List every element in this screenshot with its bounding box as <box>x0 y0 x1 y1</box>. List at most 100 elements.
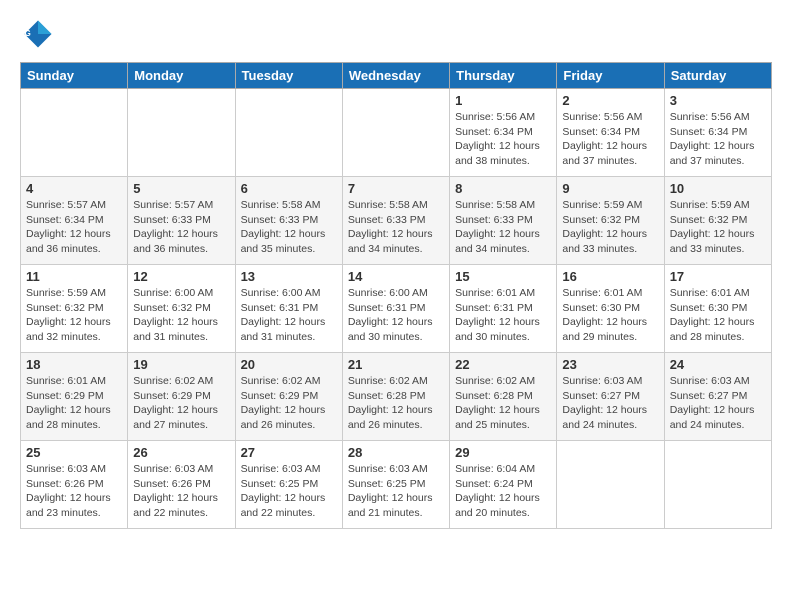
col-header-sunday: Sunday <box>21 63 128 89</box>
day-cell: 24 Sunrise: 6:03 AM Sunset: 6:27 PM Dayli… <box>664 353 771 441</box>
day-number: 10 <box>670 181 766 196</box>
day-number: 22 <box>455 357 551 372</box>
week-row-1: 4 Sunrise: 5:57 AM Sunset: 6:34 PM Daylig… <box>21 177 772 265</box>
col-header-tuesday: Tuesday <box>235 63 342 89</box>
day-info: Sunrise: 5:56 AM Sunset: 6:34 PM Dayligh… <box>455 110 551 169</box>
day-number: 9 <box>562 181 658 196</box>
day-info: Sunrise: 5:57 AM Sunset: 6:34 PM Dayligh… <box>26 198 122 257</box>
day-number: 14 <box>348 269 444 284</box>
day-number: 26 <box>133 445 229 460</box>
day-cell: 10 Sunrise: 5:59 AM Sunset: 6:32 PM Dayli… <box>664 177 771 265</box>
day-cell: 18 Sunrise: 6:01 AM Sunset: 6:29 PM Dayli… <box>21 353 128 441</box>
day-number: 3 <box>670 93 766 108</box>
day-info: Sunrise: 6:03 AM Sunset: 6:27 PM Dayligh… <box>670 374 766 433</box>
day-cell <box>235 89 342 177</box>
day-info: Sunrise: 5:59 AM Sunset: 6:32 PM Dayligh… <box>670 198 766 257</box>
day-cell: 2 Sunrise: 5:56 AM Sunset: 6:34 PM Daylig… <box>557 89 664 177</box>
day-cell <box>557 441 664 529</box>
day-number: 24 <box>670 357 766 372</box>
day-number: 18 <box>26 357 122 372</box>
col-header-wednesday: Wednesday <box>342 63 449 89</box>
day-info: Sunrise: 5:56 AM Sunset: 6:34 PM Dayligh… <box>670 110 766 169</box>
day-cell: 17 Sunrise: 6:01 AM Sunset: 6:30 PM Dayli… <box>664 265 771 353</box>
col-header-monday: Monday <box>128 63 235 89</box>
day-info: Sunrise: 5:58 AM Sunset: 6:33 PM Dayligh… <box>348 198 444 257</box>
day-cell: 27 Sunrise: 6:03 AM Sunset: 6:25 PM Dayli… <box>235 441 342 529</box>
day-number: 29 <box>455 445 551 460</box>
day-info: Sunrise: 5:59 AM Sunset: 6:32 PM Dayligh… <box>562 198 658 257</box>
day-number: 6 <box>241 181 337 196</box>
day-cell: 23 Sunrise: 6:03 AM Sunset: 6:27 PM Dayli… <box>557 353 664 441</box>
day-number: 21 <box>348 357 444 372</box>
day-info: Sunrise: 6:03 AM Sunset: 6:25 PM Dayligh… <box>241 462 337 521</box>
day-cell: 13 Sunrise: 6:00 AM Sunset: 6:31 PM Dayli… <box>235 265 342 353</box>
day-cell: 20 Sunrise: 6:02 AM Sunset: 6:29 PM Dayli… <box>235 353 342 441</box>
day-info: Sunrise: 6:01 AM Sunset: 6:29 PM Dayligh… <box>26 374 122 433</box>
day-cell: 11 Sunrise: 5:59 AM Sunset: 6:32 PM Dayli… <box>21 265 128 353</box>
day-cell: 26 Sunrise: 6:03 AM Sunset: 6:26 PM Dayli… <box>128 441 235 529</box>
day-cell: 25 Sunrise: 6:03 AM Sunset: 6:26 PM Dayli… <box>21 441 128 529</box>
logo: G <box>20 16 60 52</box>
day-info: Sunrise: 5:57 AM Sunset: 6:33 PM Dayligh… <box>133 198 229 257</box>
day-info: Sunrise: 6:03 AM Sunset: 6:25 PM Dayligh… <box>348 462 444 521</box>
day-number: 17 <box>670 269 766 284</box>
day-number: 15 <box>455 269 551 284</box>
day-cell: 9 Sunrise: 5:59 AM Sunset: 6:32 PM Daylig… <box>557 177 664 265</box>
week-row-0: 1 Sunrise: 5:56 AM Sunset: 6:34 PM Daylig… <box>21 89 772 177</box>
day-info: Sunrise: 6:00 AM Sunset: 6:31 PM Dayligh… <box>348 286 444 345</box>
page: G SundayMondayTuesdayWednesdayThursdayFr… <box>0 0 792 612</box>
day-info: Sunrise: 6:02 AM Sunset: 6:28 PM Dayligh… <box>348 374 444 433</box>
day-cell: 15 Sunrise: 6:01 AM Sunset: 6:31 PM Dayli… <box>450 265 557 353</box>
day-number: 2 <box>562 93 658 108</box>
day-cell <box>342 89 449 177</box>
day-number: 27 <box>241 445 337 460</box>
day-cell: 5 Sunrise: 5:57 AM Sunset: 6:33 PM Daylig… <box>128 177 235 265</box>
day-cell: 8Sunrise: 5:58 AM Sunset: 6:33 PM Daylig… <box>450 177 557 265</box>
day-number: 16 <box>562 269 658 284</box>
day-info: Sunrise: 6:00 AM Sunset: 6:31 PM Dayligh… <box>241 286 337 345</box>
day-cell: 16 Sunrise: 6:01 AM Sunset: 6:30 PM Dayli… <box>557 265 664 353</box>
svg-text:G: G <box>25 29 31 38</box>
day-cell: 12 Sunrise: 6:00 AM Sunset: 6:32 PM Dayli… <box>128 265 235 353</box>
day-number: 20 <box>241 357 337 372</box>
day-cell: 14 Sunrise: 6:00 AM Sunset: 6:31 PM Dayli… <box>342 265 449 353</box>
day-cell: 1 Sunrise: 5:56 AM Sunset: 6:34 PM Daylig… <box>450 89 557 177</box>
day-info: Sunrise: 6:01 AM Sunset: 6:30 PM Dayligh… <box>562 286 658 345</box>
day-info: Sunrise: 6:00 AM Sunset: 6:32 PM Dayligh… <box>133 286 229 345</box>
day-info: Sunrise: 6:03 AM Sunset: 6:26 PM Dayligh… <box>26 462 122 521</box>
day-info: Sunrise: 6:03 AM Sunset: 6:26 PM Dayligh… <box>133 462 229 521</box>
day-cell <box>128 89 235 177</box>
day-number: 25 <box>26 445 122 460</box>
day-number: 13 <box>241 269 337 284</box>
day-info: Sunrise: 6:03 AM Sunset: 6:27 PM Dayligh… <box>562 374 658 433</box>
day-cell: 28 Sunrise: 6:03 AM Sunset: 6:25 PM Dayli… <box>342 441 449 529</box>
day-info: Sunrise: 5:58 AM Sunset: 6:33 PM Dayligh… <box>241 198 337 257</box>
day-cell: 4 Sunrise: 5:57 AM Sunset: 6:34 PM Daylig… <box>21 177 128 265</box>
day-cell <box>21 89 128 177</box>
day-cell: 6 Sunrise: 5:58 AM Sunset: 6:33 PM Daylig… <box>235 177 342 265</box>
col-header-saturday: Saturday <box>664 63 771 89</box>
day-number: 11 <box>26 269 122 284</box>
day-cell: 29 Sunrise: 6:04 AM Sunset: 6:24 PM Dayli… <box>450 441 557 529</box>
day-info: Sunrise: 5:56 AM Sunset: 6:34 PM Dayligh… <box>562 110 658 169</box>
day-number: 12 <box>133 269 229 284</box>
day-info: Sunrise: 6:02 AM Sunset: 6:28 PM Dayligh… <box>455 374 551 433</box>
day-number: 19 <box>133 357 229 372</box>
day-number: 28 <box>348 445 444 460</box>
day-info: Sunrise: 6:04 AM Sunset: 6:24 PM Dayligh… <box>455 462 551 521</box>
day-number: 4 <box>26 181 122 196</box>
day-number: 7 <box>348 181 444 196</box>
day-info: Sunrise: 6:01 AM Sunset: 6:30 PM Dayligh… <box>670 286 766 345</box>
day-cell: 7 Sunrise: 5:58 AM Sunset: 6:33 PM Daylig… <box>342 177 449 265</box>
day-info: Sunrise: 6:02 AM Sunset: 6:29 PM Dayligh… <box>241 374 337 433</box>
col-header-thursday: Thursday <box>450 63 557 89</box>
day-number: 23 <box>562 357 658 372</box>
day-number: 5 <box>133 181 229 196</box>
week-row-4: 25 Sunrise: 6:03 AM Sunset: 6:26 PM Dayli… <box>21 441 772 529</box>
day-cell: 22 Sunrise: 6:02 AM Sunset: 6:28 PM Dayli… <box>450 353 557 441</box>
header-row: SundayMondayTuesdayWednesdayThursdayFrid… <box>21 63 772 89</box>
day-number: 1 <box>455 93 551 108</box>
day-info: Sunrise: 5:59 AM Sunset: 6:32 PM Dayligh… <box>26 286 122 345</box>
day-info: Sunrise: 6:01 AM Sunset: 6:31 PM Dayligh… <box>455 286 551 345</box>
day-cell: 3 Sunrise: 5:56 AM Sunset: 6:34 PM Daylig… <box>664 89 771 177</box>
